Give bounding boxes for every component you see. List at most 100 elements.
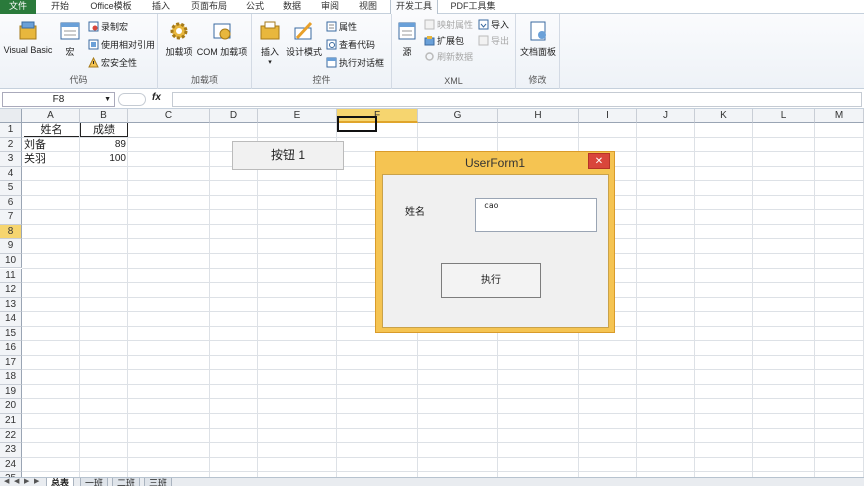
insert-control-button[interactable]: 插入 ▾: [256, 20, 284, 66]
xml-source-button[interactable]: 源: [396, 20, 418, 58]
cell-a1[interactable]: 姓名: [24, 123, 79, 137]
row-header-1[interactable]: 1: [0, 123, 22, 138]
com-addins-button[interactable]: COM 加载项: [196, 20, 248, 58]
warning-icon: [88, 57, 99, 68]
tab-page-layout[interactable]: 页面布局: [184, 0, 234, 14]
insert-function-icon[interactable]: fx: [152, 92, 161, 103]
sheet-tab-summary[interactable]: 总表: [46, 478, 75, 486]
row-header-2[interactable]: 2: [0, 137, 22, 153]
xml-import-button[interactable]: 导入: [478, 18, 509, 32]
document-panel-button[interactable]: 文档面板: [518, 20, 558, 58]
tab-insert[interactable]: 插入: [144, 0, 178, 14]
row-header-22[interactable]: 22: [0, 428, 22, 444]
row-gridline: [22, 442, 864, 444]
sheet-tab-class-1[interactable]: 一班: [80, 478, 109, 486]
column-header-m[interactable]: M: [815, 109, 864, 123]
sheet-button-1[interactable]: 按钮 1: [232, 141, 344, 170]
cell-b2[interactable]: 89: [80, 138, 126, 152]
row-header-8[interactable]: 8: [0, 224, 22, 240]
sheet-tab-class-3[interactable]: 三班: [144, 478, 173, 486]
formula-input[interactable]: [172, 92, 862, 107]
toolbox-icon: [260, 21, 280, 40]
execute-button[interactable]: 执行: [441, 263, 541, 298]
sheet-tab-class-2[interactable]: 二班: [112, 478, 141, 486]
column-header-e[interactable]: E: [258, 109, 337, 123]
map-properties-button[interactable]: 映射属性: [424, 18, 473, 32]
row-header-24[interactable]: 24: [0, 457, 22, 473]
visual-basic-button[interactable]: Visual Basic: [2, 20, 54, 55]
column-header-d[interactable]: D: [210, 109, 258, 123]
tab-developer[interactable]: 开发工具: [390, 0, 438, 15]
column-gridline: [752, 123, 753, 477]
tab-office-templates[interactable]: Office模板: [84, 0, 138, 14]
xml-export-button[interactable]: 导出: [478, 34, 509, 48]
row-header-23[interactable]: 23: [0, 443, 22, 458]
name-input[interactable]: cao: [475, 198, 597, 232]
expansion-packs-button[interactable]: 扩展包: [424, 34, 464, 48]
column-header-b[interactable]: B: [80, 109, 128, 123]
row-header-17[interactable]: 17: [0, 355, 22, 371]
addins-button[interactable]: 加载项: [164, 20, 194, 58]
ribbon-tab-strip: 文件 开始 Office模板 插入 页面布局 公式 数据 审阅 视图 开发工具 …: [0, 0, 864, 15]
prev-sheet-icon[interactable]: ◀: [14, 478, 19, 486]
tab-view[interactable]: 视图: [352, 0, 384, 14]
row-header-16[interactable]: 16: [0, 341, 22, 356]
column-header-l[interactable]: L: [753, 109, 815, 123]
row-gridline: [22, 398, 864, 400]
tab-file[interactable]: 文件: [0, 0, 36, 14]
row-header-21[interactable]: 21: [0, 414, 22, 429]
next-sheet-icon[interactable]: ▶: [24, 478, 29, 486]
tab-pdf-tools[interactable]: PDF工具集: [444, 0, 502, 14]
column-header-a[interactable]: A: [22, 109, 80, 123]
column-header-i[interactable]: I: [579, 109, 637, 123]
active-cell-f8[interactable]: [337, 116, 377, 132]
column-header-g[interactable]: G: [418, 109, 498, 123]
column-header-c[interactable]: C: [128, 109, 210, 123]
cell-a3[interactable]: 关羽: [24, 152, 79, 166]
cell-a2[interactable]: 刘备: [24, 138, 79, 152]
row-header-9[interactable]: 9: [0, 239, 22, 254]
visual-basic-icon: [19, 21, 37, 40]
row-header-15[interactable]: 15: [0, 326, 22, 342]
select-all-corner[interactable]: [0, 109, 22, 123]
cell-b3[interactable]: 100: [80, 152, 126, 166]
relative-reference-button[interactable]: 使用相对引用: [88, 38, 155, 52]
row-header-19[interactable]: 19: [0, 384, 22, 400]
last-sheet-icon[interactable]: ▶: [34, 478, 39, 486]
refresh-data-button[interactable]: 刷新数据: [424, 50, 473, 64]
tab-data[interactable]: 数据: [276, 0, 308, 14]
tab-home[interactable]: 开始: [42, 0, 78, 14]
formula-bar-resize-handle[interactable]: [118, 93, 146, 106]
row-header-18[interactable]: 18: [0, 370, 22, 385]
row-header-13[interactable]: 13: [0, 297, 22, 313]
tab-formulas[interactable]: 公式: [240, 0, 270, 14]
row-header-3[interactable]: 3: [0, 152, 22, 167]
column-header-j[interactable]: J: [637, 109, 695, 123]
macros-button[interactable]: 宏: [56, 20, 84, 58]
refresh-data-label: 刷新数据: [437, 52, 474, 62]
properties-button[interactable]: 属性: [326, 20, 357, 34]
run-dialog-button[interactable]: 执行对话框: [326, 56, 384, 70]
row-header-5[interactable]: 5: [0, 181, 22, 196]
macro-security-button[interactable]: 宏安全性: [88, 56, 137, 70]
row-header-20[interactable]: 20: [0, 399, 22, 414]
view-code-button[interactable]: 查看代码: [326, 38, 375, 52]
record-macro-button[interactable]: 录制宏: [88, 20, 128, 34]
column-header-k[interactable]: K: [695, 109, 753, 123]
row-header-12[interactable]: 12: [0, 283, 22, 298]
chevron-down-icon[interactable]: ▼: [104, 93, 111, 106]
column-gridline: [336, 123, 337, 477]
row-header-6[interactable]: 6: [0, 195, 22, 211]
row-header-4[interactable]: 4: [0, 166, 22, 182]
design-mode-button[interactable]: 设计模式: [284, 20, 324, 58]
cell-b1[interactable]: 成绩: [80, 123, 128, 137]
column-header-h[interactable]: H: [498, 109, 579, 123]
close-button[interactable]: ✕: [588, 153, 610, 169]
row-header-10[interactable]: 10: [0, 253, 22, 269]
name-box[interactable]: F8 ▼: [2, 92, 115, 107]
row-header-11[interactable]: 11: [0, 268, 22, 283]
first-sheet-icon[interactable]: ◀: [4, 478, 9, 486]
row-header-7[interactable]: 7: [0, 210, 22, 225]
tab-review[interactable]: 审阅: [314, 0, 346, 14]
row-header-14[interactable]: 14: [0, 312, 22, 327]
